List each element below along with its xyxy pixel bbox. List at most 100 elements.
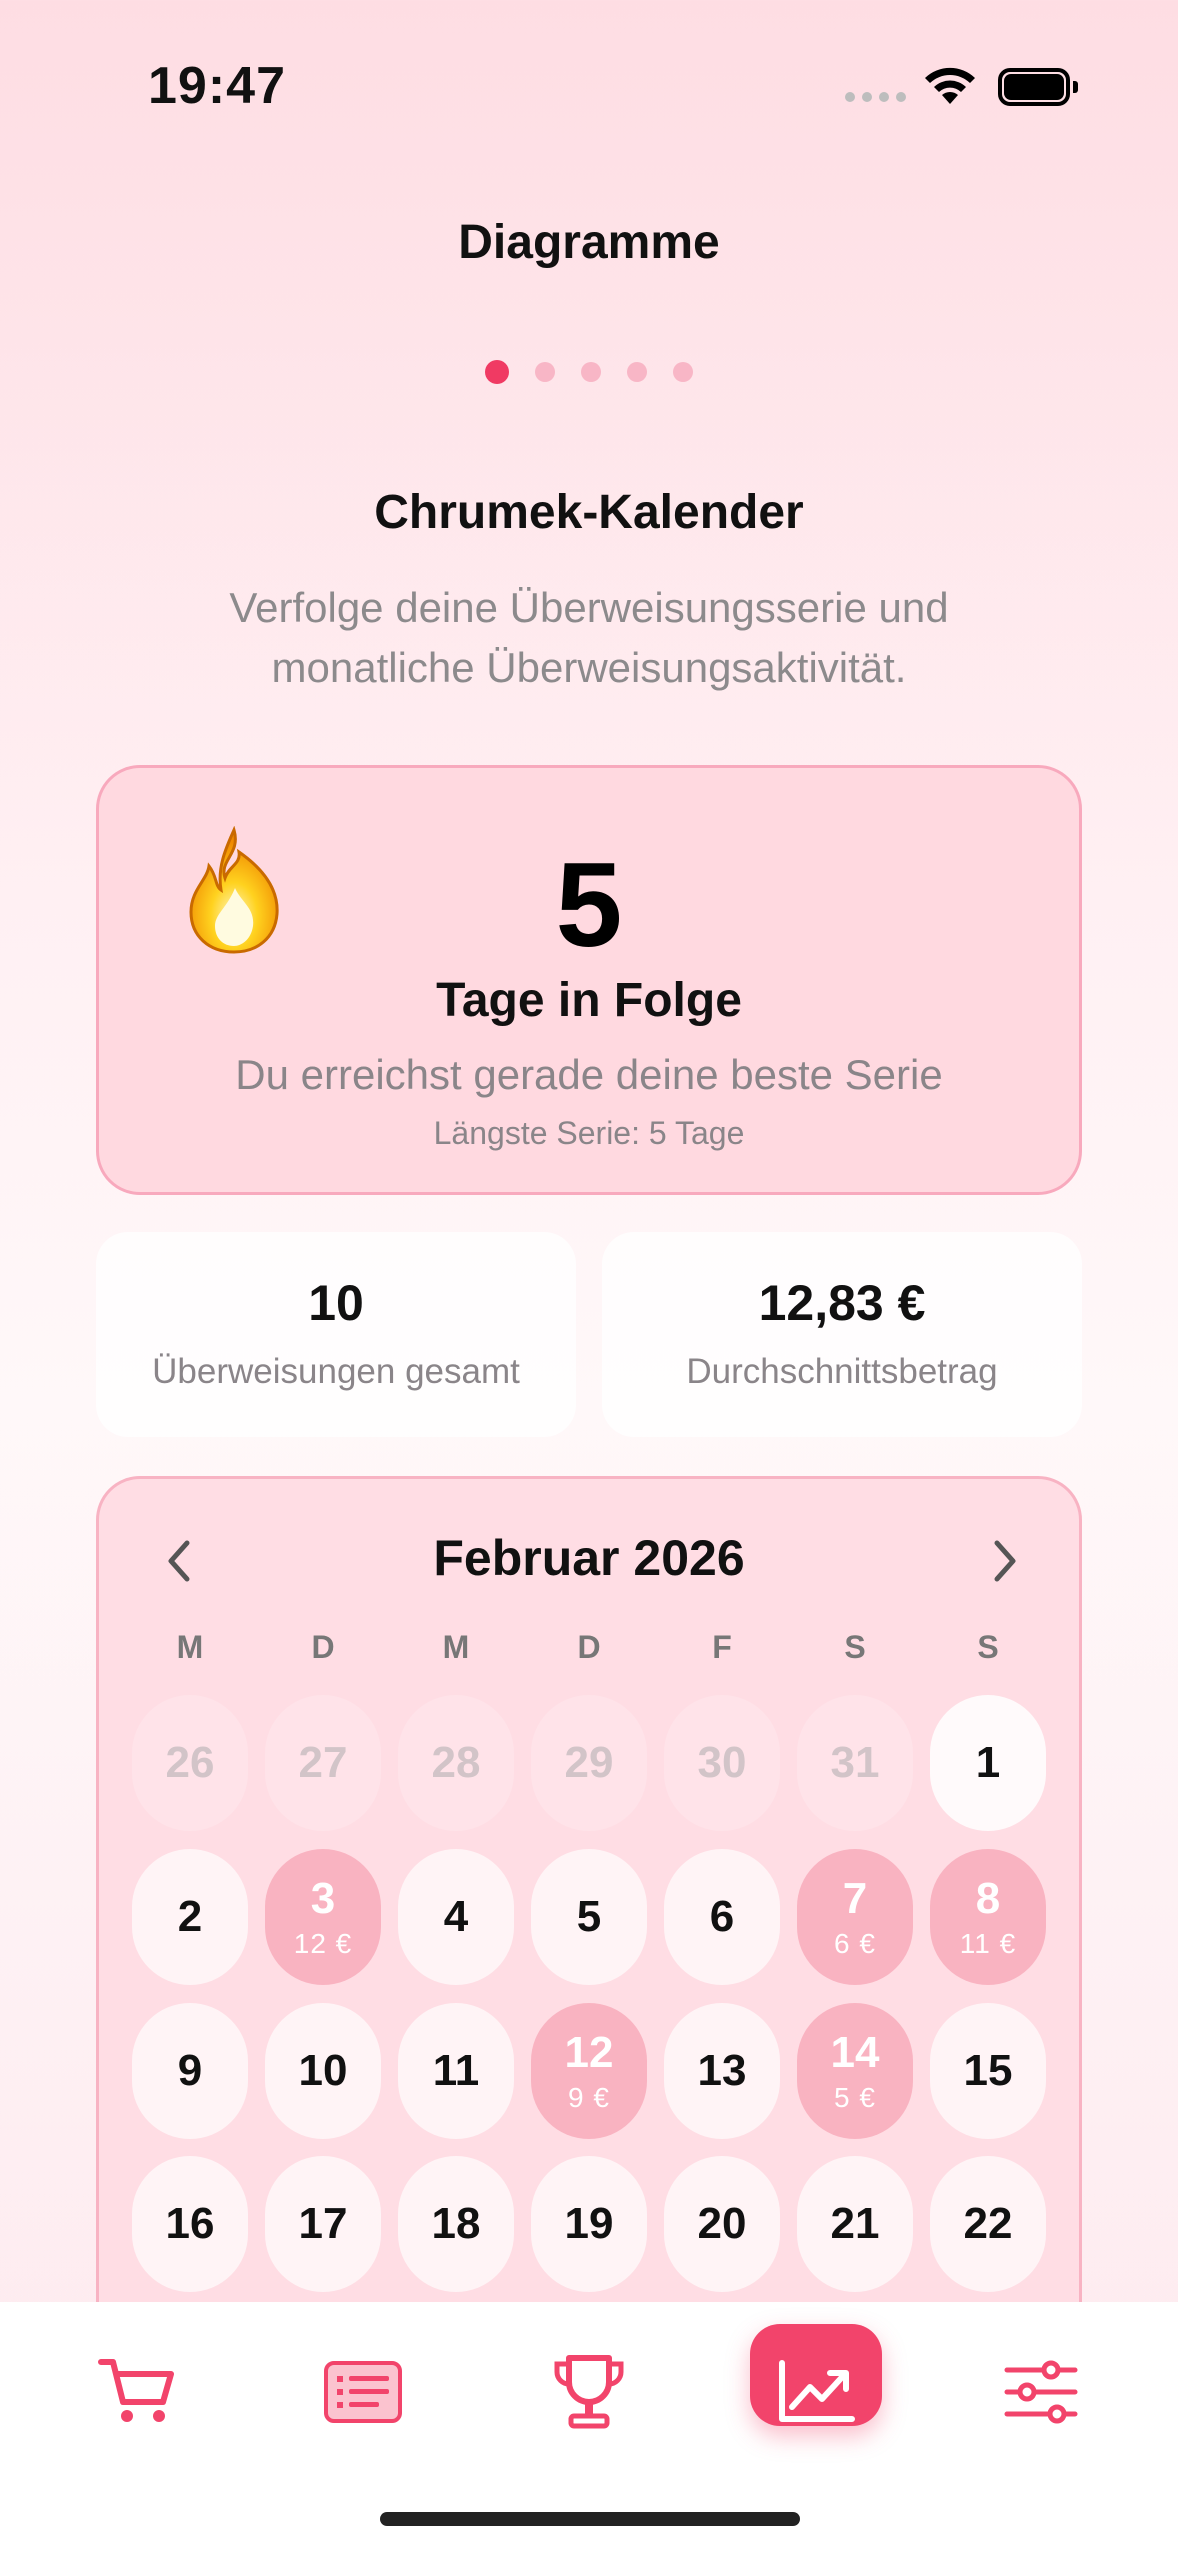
calendar-day-number: 16 [165,2199,215,2248]
weekday-label: D [577,1629,601,1665]
calendar-day[interactable]: 76 € [797,1849,913,1985]
calendar-day[interactable]: 1 [930,1695,1046,1831]
calendar-day-number: 7 [842,1874,868,1923]
calendar-day-number: 4 [443,1892,469,1941]
calendar-day-amount: 11 € [959,1928,1017,1959]
calendar-day-number: 21 [830,2199,880,2248]
calendar-month: Februar 2026 [433,1530,745,1586]
tab-cart[interactable] [82,2342,192,2442]
calendar-day-number: 28 [431,1738,481,1787]
calendar-day[interactable]: 4 [398,1849,514,1985]
calendar-day[interactable]: 13 [664,2003,780,2139]
calendar-day: 26 [132,1695,248,1831]
wifi-icon [925,67,975,104]
calendar-day-number: 22 [963,2199,1013,2248]
calendar-day[interactable]: 12 9 € [531,2003,647,2139]
calendar-day: 27 [265,1695,381,1831]
page-dot-4[interactable] [627,362,647,382]
average-amount-card: 12,83 € Durchschnittsbetrag [602,1232,1082,1437]
calendar-day[interactable]: 19 [531,2156,647,2292]
calendar-day-number: 17 [298,2199,348,2248]
section-subtitle: Verfolge deine Überweisungsserie und mon… [229,584,949,691]
calendar-day[interactable]: 9 [132,2003,248,2139]
calendar-day-amount: 5 € [834,2082,876,2113]
average-amount-label: Durchschnittsbetrag [686,1352,998,1391]
home-indicator [380,2512,800,2526]
longest-streak: Längste Serie: 5 Tage [433,1115,745,1151]
trophy-icon [554,2355,624,2429]
calendar-day-amount: 6 € [834,1928,876,1959]
calendar-day[interactable]: 3 12 € [265,1849,381,1985]
calendar-day-number: 12 [564,2028,614,2077]
calendar-day[interactable]: 16 [132,2156,248,2292]
calendar-day-amount: 9 € [568,2082,610,2113]
streak-card: 5 Tage in Folge Du erreichst gerade dein… [96,765,1082,1195]
calendar-day[interactable]: 14 5 € [797,2003,913,2139]
list-icon [324,2361,402,2423]
page-title: Diagramme [458,216,720,269]
tab-trophy[interactable] [534,2342,644,2442]
total-transfers-value: 10 [308,1275,364,1331]
status-bar: 19:47 [0,0,1178,175]
battery-icon [998,68,1078,106]
calendar-day[interactable]: 8 11 € [930,1849,1046,1985]
weekday-label: M [442,1629,470,1665]
page-dot-5[interactable] [673,362,693,382]
calendar-day[interactable]: 20 [664,2156,780,2292]
calendar-day-number: 20 [697,2199,747,2248]
calendar-day-number: 15 [963,2046,1013,2095]
streak-label: Tage in Folge [436,974,742,1027]
calendar-day-number: 27 [298,1738,348,1787]
calendar-day-number: 10 [298,2046,348,2095]
calendar-day-number: 9 [177,2046,203,2095]
cart-icon [98,2359,174,2422]
calendar-day[interactable]: 5 [531,1849,647,1985]
calendar-day[interactable]: 17 [265,2156,381,2292]
calendar-day: 31 [797,1695,913,1831]
total-transfers-label: Überweisungen gesamt [152,1352,520,1391]
calendar-day[interactable]: 22 [930,2156,1046,2292]
weekday-label: S [977,1629,999,1665]
page-dot-1[interactable] [485,360,509,384]
calendar-day[interactable]: 11 [398,2003,514,2139]
calendar-day-number: 30 [697,1738,747,1787]
page-dot-3[interactable] [581,362,601,382]
streak-count: 5 [555,838,623,972]
tab-charts[interactable] [761,2342,871,2442]
cellular-signal-icon [845,92,906,102]
calendar-day-number: 29 [564,1738,614,1787]
tab-list[interactable] [308,2342,418,2442]
total-transfers-card: 10 Überweisungen gesamt [96,1232,576,1437]
calendar-day: 30 [664,1695,780,1831]
calendar-day-number: 18 [431,2199,481,2248]
calendar-day-number: 5 [576,1892,602,1941]
page-dot-2[interactable] [535,362,555,382]
calendar-day[interactable]: 2 [132,1849,248,1985]
weekday-label: D [311,1629,335,1665]
streak-message: Du erreichst gerade deine beste Serie [235,1051,943,1098]
calendar-day[interactable]: 18 [398,2156,514,2292]
calendar-day: 29 [531,1695,647,1831]
calendar-day-number: 1 [975,1738,1001,1787]
calendar-day-number: 19 [564,2199,614,2248]
sliders-icon [1004,2360,1078,2424]
calendar-day[interactable]: 6 [664,1849,780,1985]
calendar-day-number: 14 [830,2028,880,2077]
section-title: Chrumek-Kalender [374,486,804,539]
calendar-day-number: 2 [177,1892,203,1941]
weekday-label: S [844,1629,866,1665]
calendar-day-number: 11 [432,2046,480,2095]
calendar-day-number: 8 [975,1874,1001,1923]
calendar-day[interactable]: 15 [930,2003,1046,2139]
next-month-button[interactable] [979,1531,1029,1591]
calendar-day-number: 3 [310,1874,336,1923]
chart-icon [779,2360,855,2422]
average-amount-value: 12,83 € [758,1275,926,1331]
calendar-day[interactable]: 10 [265,2003,381,2139]
page-indicator[interactable] [0,360,1178,384]
calendar-day[interactable]: 21 [797,2156,913,2292]
calendar-day-number: 6 [709,1892,735,1941]
calendar-day-number: 13 [697,2046,747,2095]
tab-settings[interactable] [986,2342,1096,2442]
calendar-day-amount: 12 € [293,1928,353,1959]
